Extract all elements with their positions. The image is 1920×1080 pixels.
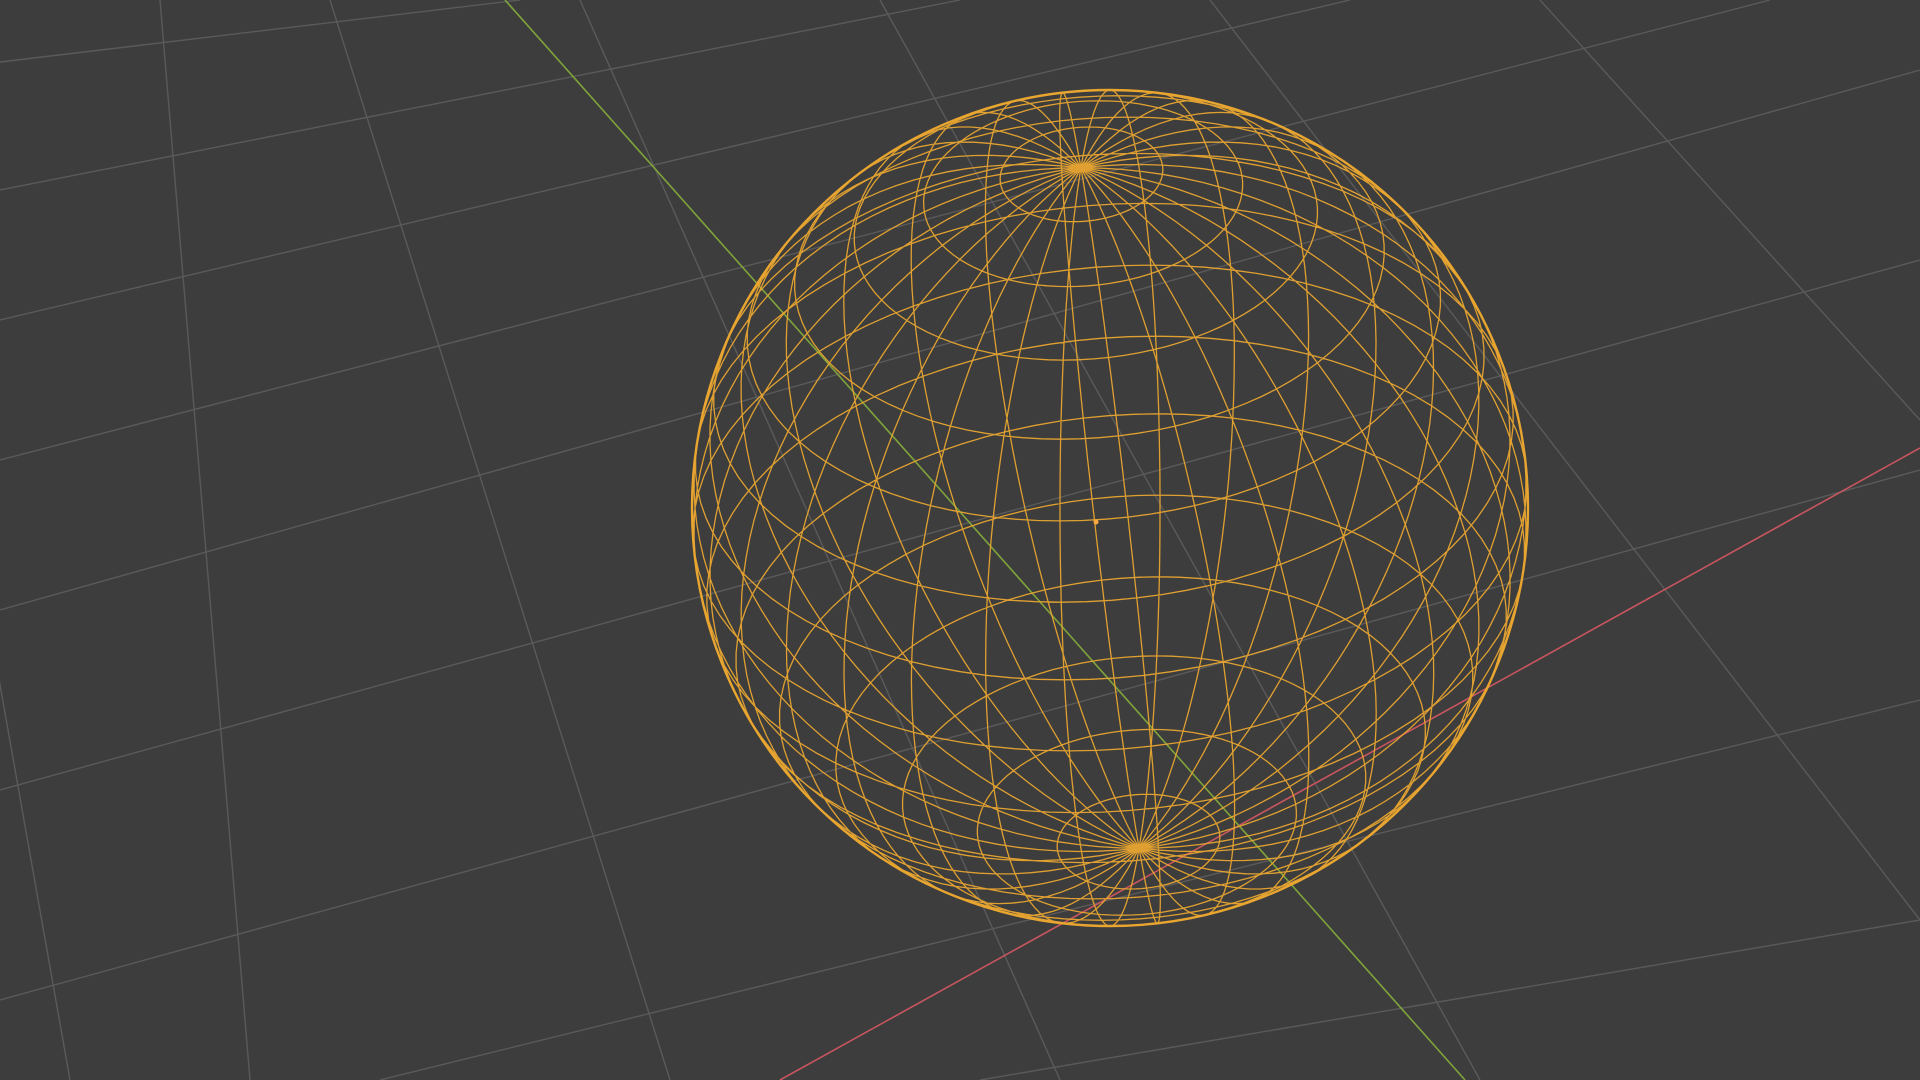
- floor-grid: [0, 0, 1920, 1080]
- grid-line: [1539, 0, 1920, 421]
- grid-line: [0, 0, 961, 191]
- viewport-canvas[interactable]: [0, 0, 1920, 1080]
- grid-line: [159, 0, 251, 1080]
- 3d-viewport[interactable]: [0, 0, 1920, 1080]
- y-axis-line: [504, 0, 1466, 1080]
- object-origin-dot: [1093, 519, 1099, 525]
- grid-line: [0, 0, 1351, 321]
- grid-line: [0, 0, 1771, 461]
- grid-line: [879, 0, 1481, 1080]
- grid-line: [329, 0, 671, 1080]
- x-axis-line: [779, 447, 1920, 1080]
- grid-line: [0, 0, 521, 63]
- grid-line: [0, 469, 1920, 1001]
- grid-line: [979, 919, 1920, 1080]
